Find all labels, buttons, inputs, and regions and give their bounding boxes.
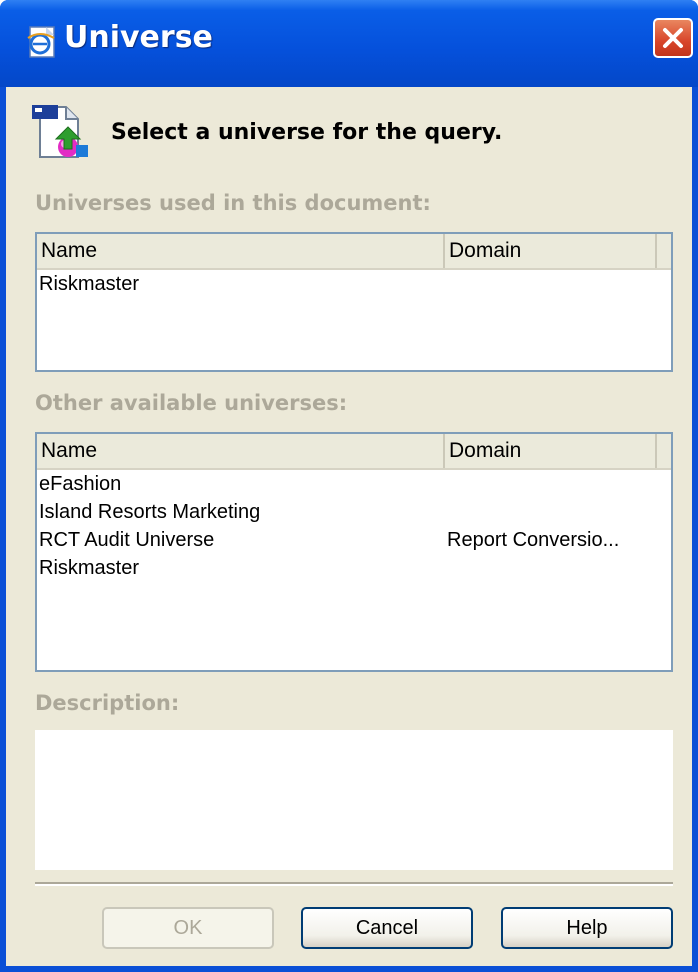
table-row[interactable]: Riskmaster <box>37 554 671 582</box>
cancel-button[interactable]: Cancel <box>301 907 473 949</box>
description-label: Description: <box>35 691 180 715</box>
table-row[interactable]: Riskmaster <box>37 270 671 298</box>
list-header: Name Domain <box>37 234 671 270</box>
universe-dialog: Universe Select a universe for the query… <box>0 0 698 972</box>
ok-button[interactable]: OK <box>102 907 274 949</box>
table-row[interactable]: Island Resorts Marketing <box>37 498 671 526</box>
column-header-domain[interactable]: Domain <box>445 234 657 268</box>
list-header: Name Domain <box>37 434 671 470</box>
universe-domain: Report Conversio... <box>447 529 620 551</box>
column-header-domain[interactable]: Domain <box>445 434 657 468</box>
ie-page-icon <box>27 26 55 58</box>
column-header-name[interactable]: Name <box>37 434 445 468</box>
dialog-client-area: Select a universe for the query. Univers… <box>6 87 692 966</box>
window-title: Universe <box>64 20 213 55</box>
used-universes-list[interactable]: Name Domain Riskmaster <box>35 232 673 372</box>
column-header-name[interactable]: Name <box>37 234 445 268</box>
separator <box>35 882 673 886</box>
close-button[interactable] <box>653 18 693 58</box>
description-box <box>35 730 673 870</box>
universe-name: Riskmaster <box>39 273 140 295</box>
available-universes-label: Other available universes: <box>35 391 348 415</box>
available-universes-list[interactable]: Name Domain eFashion Island Resorts Mark… <box>35 432 673 672</box>
close-icon <box>663 28 683 48</box>
universe-name: Island Resorts Marketing <box>39 501 261 523</box>
table-row[interactable]: RCT Audit Universe Report Conversio... <box>37 526 671 554</box>
used-universes-label: Universes used in this document: <box>35 191 431 215</box>
universe-name: RCT Audit Universe <box>39 529 215 551</box>
universe-query-icon <box>32 105 88 158</box>
title-bar[interactable]: Universe <box>0 0 698 87</box>
help-button[interactable]: Help <box>501 907 673 949</box>
universe-name: eFashion <box>39 473 122 495</box>
dialog-instruction: Select a universe for the query. <box>111 120 503 145</box>
universe-name: Riskmaster <box>39 557 140 579</box>
table-row[interactable]: eFashion <box>37 470 671 498</box>
